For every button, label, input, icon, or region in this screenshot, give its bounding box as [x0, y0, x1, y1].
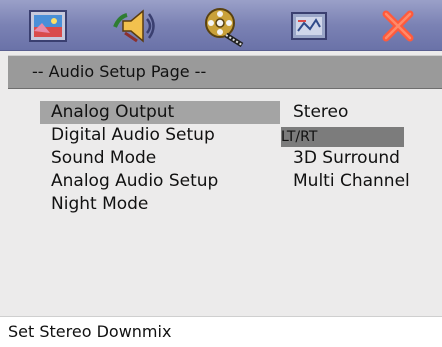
status-bar: Set Stereo Downmix [0, 316, 442, 347]
tab-exit-setup[interactable] [372, 5, 424, 47]
option-lt-rt[interactable]: LT/RT [281, 127, 404, 147]
menu-item-digital-audio-setup[interactable]: Digital Audio Setup [40, 124, 280, 147]
status-description: Set Stereo Downmix [8, 322, 172, 341]
menu-item-sound-mode[interactable]: Sound Mode [40, 147, 280, 170]
dvd-setup-screen: -- Audio Setup Page -- Analog Output Dig… [0, 0, 442, 347]
page-title-bar: -- Audio Setup Page -- [8, 55, 442, 89]
video-settings-icon [291, 12, 327, 40]
menu-item-analog-output[interactable]: Analog Output [40, 101, 280, 124]
menu-item-night-mode[interactable]: Night Mode [40, 193, 280, 216]
tab-general-setup[interactable] [22, 5, 74, 47]
speaker-icon [113, 9, 155, 43]
tab-audio-setup-active[interactable] [196, 5, 248, 47]
picture-icon [29, 10, 67, 42]
menu-item-analog-audio-setup[interactable]: Analog Audio Setup [40, 170, 280, 193]
close-icon [382, 10, 414, 42]
page-title: -- Audio Setup Page -- [32, 62, 207, 81]
setup-tab-bar [0, 0, 442, 51]
film-reel-icon [205, 8, 244, 47]
tab-audio-setup-speaker[interactable] [108, 5, 160, 47]
option-multi-channel[interactable]: Multi Channel [282, 170, 410, 193]
option-stereo[interactable]: Stereo [282, 101, 348, 124]
option-3d-surround[interactable]: 3D Surround [282, 147, 400, 170]
tab-video-setup[interactable] [284, 5, 336, 47]
